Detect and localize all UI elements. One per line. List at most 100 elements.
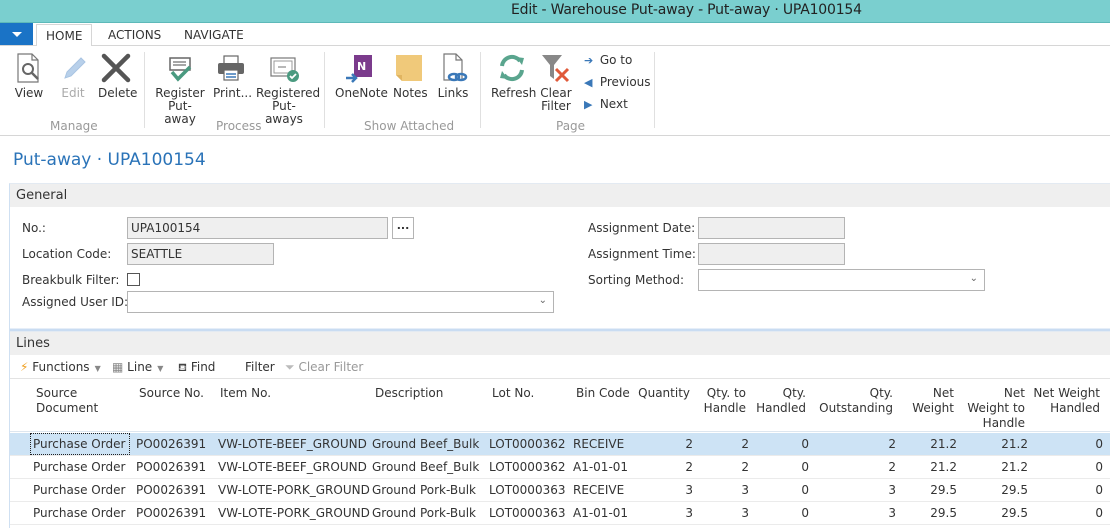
line-menu[interactable]: ▦ Line ▼ [112,360,163,374]
cell-qty-handled[interactable]: 0 [750,483,809,497]
functions-menu[interactable]: ⚡ Functions ▼ [20,360,101,374]
col-qty-to-handle[interactable]: Qty. to Handle [696,386,746,416]
cell-lot-no[interactable]: LOT0000363 [489,506,565,520]
cell-item-no[interactable]: VW-LOTE-BEEF_GROUND [218,460,367,474]
cell-source-no[interactable]: PO0026391 [136,460,206,474]
cell-quantity[interactable]: 3 [630,483,693,497]
cell-net-weight[interactable]: 29.5 [900,483,957,497]
no-field[interactable]: UPA100154 [127,217,388,239]
cell-net-weight-handled[interactable]: 0 [1032,506,1103,520]
cell-source-document[interactable]: Purchase Order [33,483,125,497]
view-button[interactable]: View [13,52,45,100]
cell-net-weight-to-handle[interactable]: 29.5 [960,483,1028,497]
cell-source-no[interactable]: PO0026391 [136,437,206,451]
cell-description[interactable]: Ground Beef_Bulk [372,437,479,451]
col-description[interactable]: Description [375,386,443,401]
cell-net-weight-handled[interactable]: 0 [1032,437,1103,451]
cell-net-weight[interactable]: 29.5 [900,506,957,520]
cell-net-weight-to-handle[interactable]: 29.5 [960,506,1028,520]
find-button[interactable]: ⛾ Find [178,360,215,376]
clear-filter-button[interactable]: Clear Filter [539,52,573,113]
previous-link[interactable]: ◀ Previous [584,75,651,89]
cell-source-document[interactable]: Purchase Order [33,460,125,474]
general-section-header[interactable]: General [10,183,1110,207]
cell-description[interactable]: Ground Beef_Bulk [372,460,479,474]
print-button[interactable]: Print... [213,52,252,100]
cell-qty-to-handle[interactable]: 2 [696,460,749,474]
cell-net-weight-to-handle[interactable]: 21.2 [960,460,1028,474]
delete-button[interactable]: Delete [98,52,137,100]
cell-qty-outstanding[interactable]: 3 [810,483,896,497]
notes-button[interactable]: Notes [393,52,428,100]
cell-qty-outstanding[interactable]: 2 [810,460,896,474]
table-row[interactable]: Purchase Order PO0026391 VW-LOTE-PORK_GROU… [10,479,1110,502]
cell-net-weight-handled[interactable]: 0 [1032,483,1103,497]
register-putaway-button[interactable]: Register Put-away [154,52,206,126]
cell-item-no[interactable]: VW-LOTE-PORK_GROUND [218,483,370,497]
cell-source-no[interactable]: PO0026391 [136,483,206,497]
cell-net-weight[interactable]: 21.2 [900,437,957,451]
cell-lot-no[interactable]: LOT0000362 [489,437,565,451]
lines-section-header[interactable]: Lines [10,331,1110,355]
cell-item-no[interactable]: VW-LOTE-BEEF_GROUND [218,437,367,451]
cell-qty-to-handle[interactable]: 3 [696,506,749,520]
no-assist-button[interactable]: ... [392,217,414,239]
refresh-button[interactable]: Refresh [491,52,536,100]
table-row[interactable]: Purchase Order PO0026391 VW-LOTE-BEEF_GROU… [10,433,1110,456]
cell-quantity[interactable]: 2 [630,460,693,474]
breakbulk-filter-checkbox[interactable] [127,273,140,286]
col-source-no[interactable]: Source No. [139,386,204,401]
cell-qty-outstanding[interactable]: 3 [810,506,896,520]
cell-description[interactable]: Ground Pork-Bulk [372,483,476,497]
cell-lot-no[interactable]: LOT0000362 [489,460,565,474]
cell-description[interactable]: Ground Pork-Bulk [372,506,476,520]
cell-net-weight[interactable]: 21.2 [900,460,957,474]
col-source-document[interactable]: Source Document [36,386,98,416]
col-item-no[interactable]: Item No. [220,386,271,401]
cell-net-weight-handled[interactable]: 0 [1032,460,1103,474]
col-quantity[interactable]: Quantity [630,386,690,401]
cell-qty-handled[interactable]: 0 [750,506,809,520]
tab-navigate[interactable]: NAVIGATE [184,28,244,42]
location-code-field[interactable]: SEATTLE [127,243,274,265]
col-net-weight-to-handle[interactable]: Net Weight to Handle [960,386,1025,431]
col-net-weight[interactable]: Net Weight [900,386,954,416]
cell-bin-code[interactable]: A1-01-01 [573,506,628,520]
col-net-weight-handled[interactable]: Net Weight Handled [1032,386,1100,416]
cell-net-weight-to-handle[interactable]: 21.2 [960,437,1028,451]
tab-home[interactable]: HOME [36,24,93,47]
onenote-button[interactable]: N OneNote [335,52,388,100]
cell-lot-no[interactable]: LOT0000363 [489,483,565,497]
edit-button[interactable]: Edit [57,52,89,100]
cell-qty-handled[interactable]: 0 [750,460,809,474]
cell-quantity[interactable]: 3 [630,506,693,520]
cell-source-document[interactable]: Purchase Order [33,437,125,451]
cell-bin-code[interactable]: A1-01-01 [573,460,628,474]
assigned-user-id-dropdown[interactable]: ⌄ [127,291,554,313]
cell-qty-outstanding[interactable]: 2 [810,437,896,451]
tab-actions[interactable]: ACTIONS [108,28,161,42]
cell-source-document[interactable]: Purchase Order [33,506,125,520]
cell-qty-to-handle[interactable]: 3 [696,483,749,497]
cell-item-no[interactable]: VW-LOTE-PORK_GROUND [218,506,370,520]
go-to-link[interactable]: ➔ Go to [584,53,632,67]
sorting-method-dropdown[interactable]: ⌄ [698,269,985,291]
col-qty-outstanding[interactable]: Qty. Outstanding [810,386,893,416]
assignment-date-field[interactable] [698,217,845,239]
app-menu-button[interactable] [0,23,33,45]
registered-putaways-button[interactable]: Registered Put-aways [256,52,320,126]
next-link[interactable]: ▶ Next [584,97,628,111]
cell-qty-handled[interactable]: 0 [750,437,809,451]
col-qty-handled[interactable]: Qty. Handled [750,386,806,416]
cell-bin-code[interactable]: RECEIVE [573,437,624,451]
clear-filter-lines-button[interactable]: ⏷ Clear Filter [285,360,363,375]
cell-bin-code[interactable]: RECEIVE [573,483,624,497]
cell-quantity[interactable]: 2 [630,437,693,451]
col-bin-code[interactable]: Bin Code [576,386,630,401]
table-row[interactable]: Purchase Order PO0026391 VW-LOTE-BEEF_GROU… [10,456,1110,479]
table-row[interactable]: Purchase Order PO0026391 VW-LOTE-PORK_GROU… [10,502,1110,525]
assignment-time-field[interactable] [698,243,845,265]
filter-button[interactable]: Filter [245,360,275,374]
cell-source-no[interactable]: PO0026391 [136,506,206,520]
links-button[interactable]: Links [437,52,469,100]
